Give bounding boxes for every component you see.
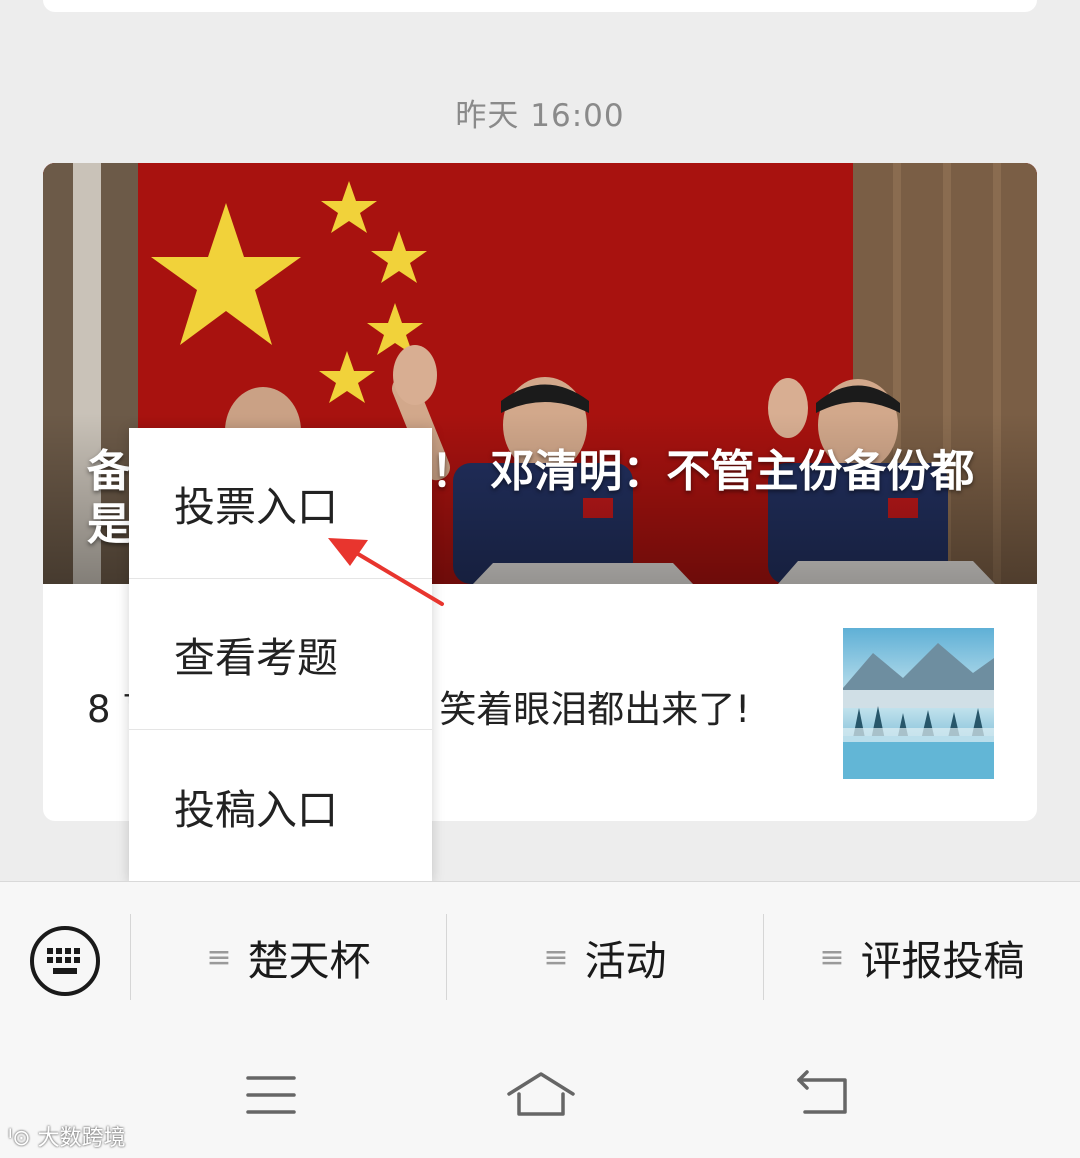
system-navigation-bar xyxy=(0,1060,1080,1158)
menu-lines-icon: ≡ xyxy=(819,939,845,975)
watermark: ᑊ⊙ 大数跨境 xyxy=(8,1120,126,1152)
message-timestamp: 昨天 16:00 xyxy=(455,98,625,134)
watermark-logo-icon: ᑊ⊙ xyxy=(8,1126,38,1151)
sub-article-thumbnail xyxy=(843,628,994,779)
popup-item-submission-entry[interactable]: 投稿入口 xyxy=(129,730,432,881)
menu-button-news-submission[interactable]: ≡ 评报投稿 xyxy=(764,914,1080,1000)
menu-button-label: 评报投稿 xyxy=(860,937,1025,985)
menu-button-label: 楚天杯 xyxy=(247,937,371,985)
popup-menu: 投票入口 查看考题 投稿入口 xyxy=(129,428,432,881)
previous-message-card[interactable] xyxy=(43,0,1037,12)
watermark-text: 大数跨境 xyxy=(37,1126,126,1151)
menu-lines-icon: ≡ xyxy=(543,939,569,975)
sub-title-fragment-right: 笑着眼泪都出来了! xyxy=(439,688,751,731)
menu-button-chutian-cup[interactable]: ≡ 楚天杯 xyxy=(131,914,446,1000)
menu-button-label: 活动 xyxy=(584,937,667,985)
headline-fragment-left: 备 xyxy=(87,446,131,497)
back-icon[interactable] xyxy=(795,1070,853,1120)
headline-fragment-right: ！ 邓清明：不管主份备份都 xyxy=(431,446,975,497)
menu-lines-icon: ≡ xyxy=(206,939,232,975)
keyboard-toggle-icon[interactable] xyxy=(28,924,102,998)
annotation-arrow-icon xyxy=(328,538,444,606)
menu-icon[interactable] xyxy=(244,1070,298,1120)
menu-button-activities[interactable]: ≡ 活动 xyxy=(447,914,763,1000)
home-icon[interactable] xyxy=(505,1070,577,1122)
official-account-menu-bar: ≡ 楚天杯 ≡ 活动 ≡ 评报投稿 xyxy=(0,881,1080,1158)
headline-fragment-line2: 是 xyxy=(87,499,131,550)
